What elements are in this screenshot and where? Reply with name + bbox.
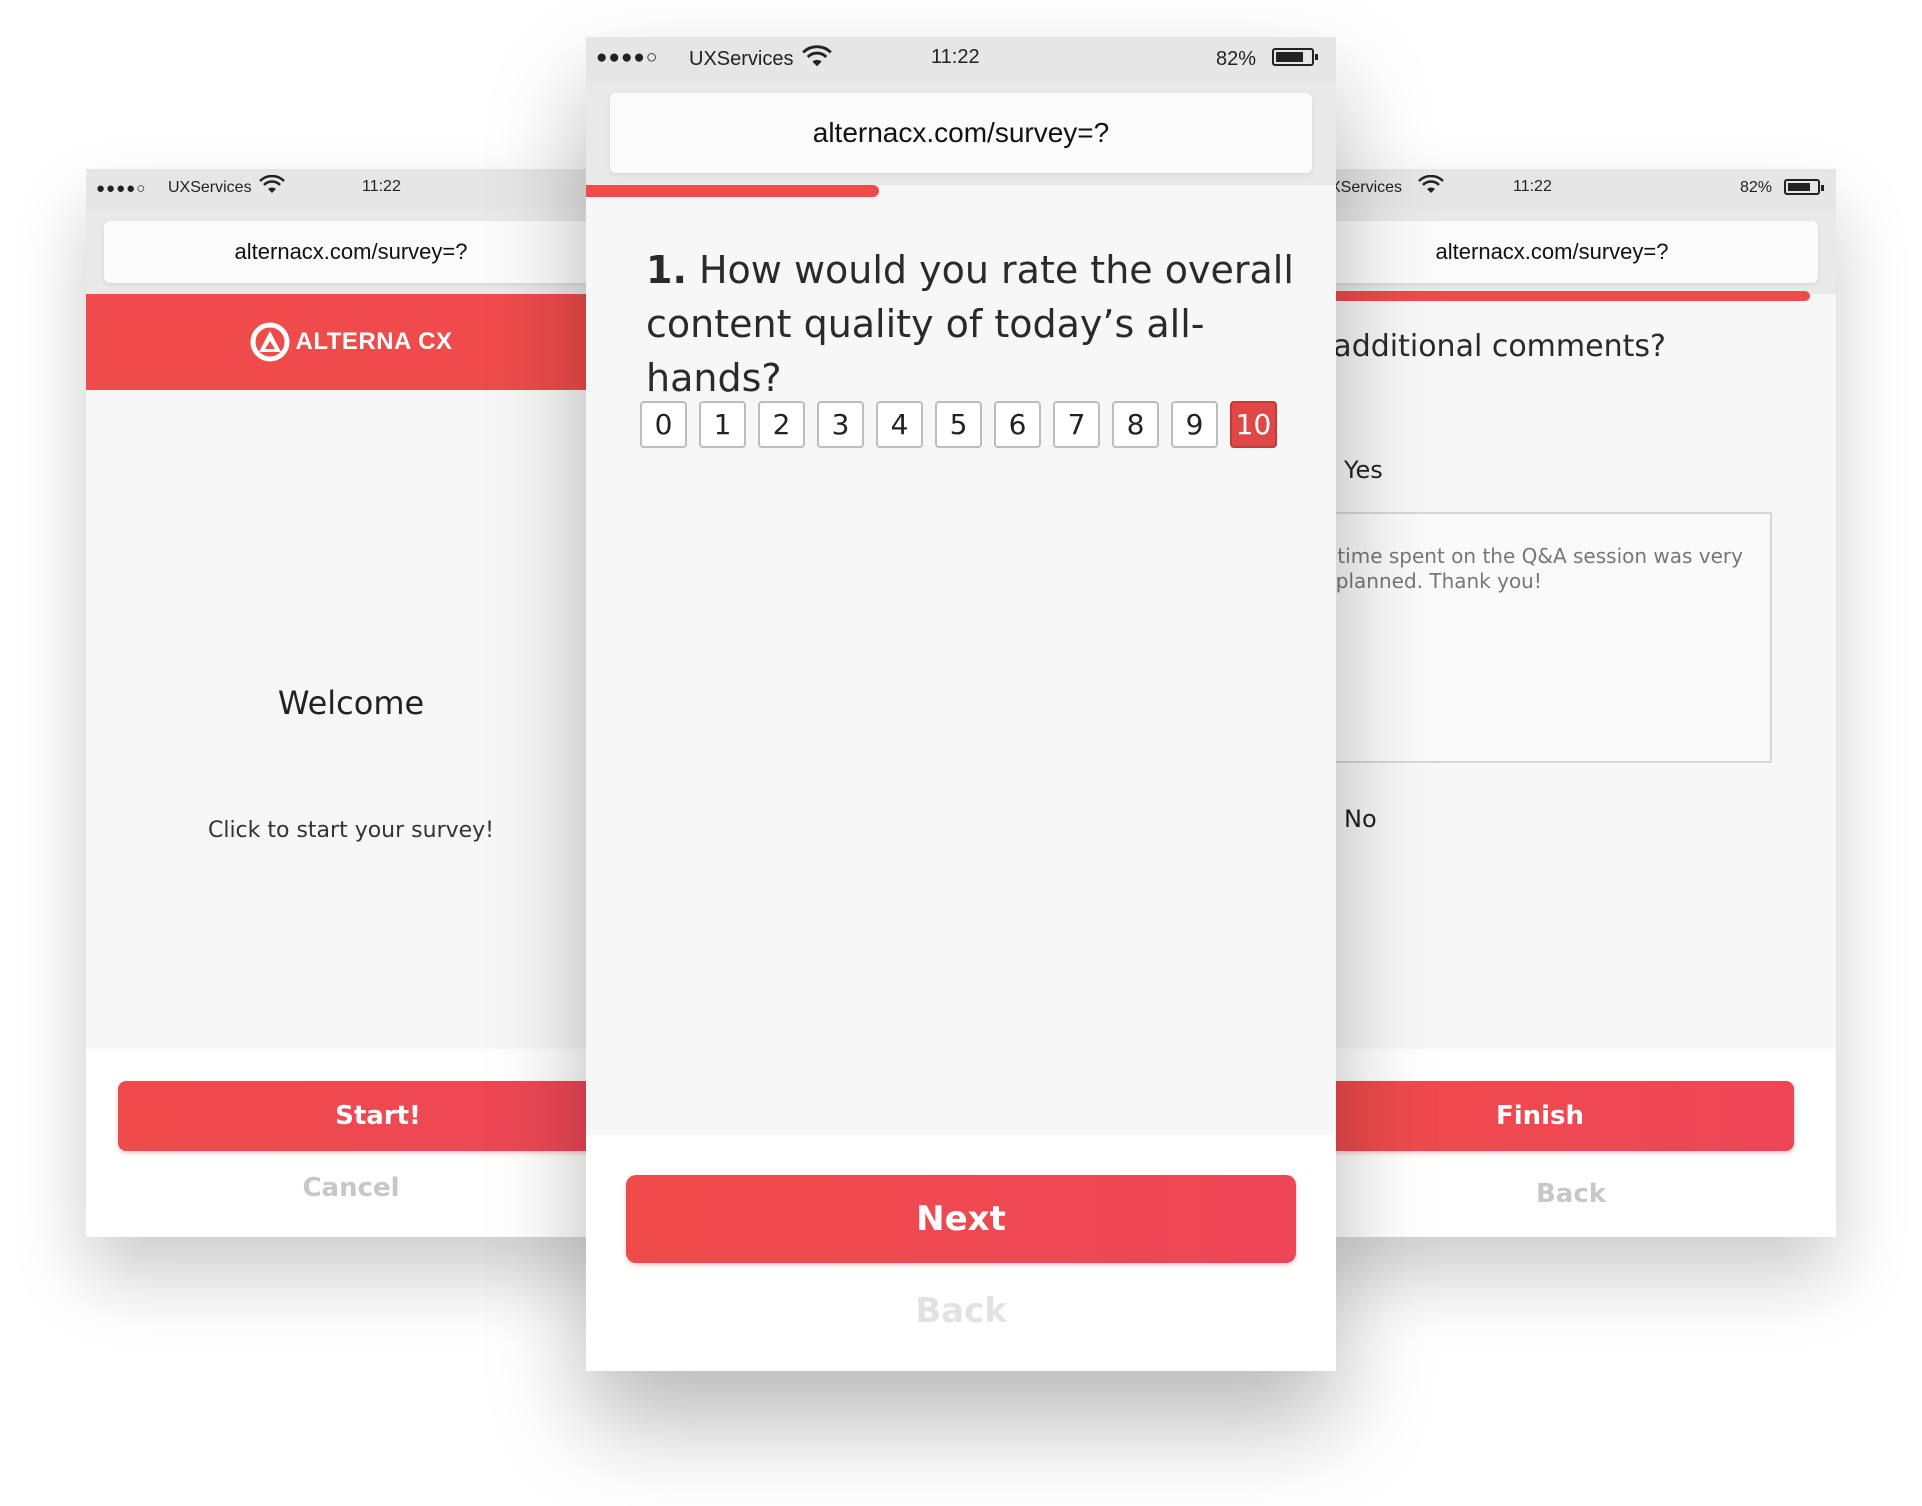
welcome-footer: Start! Cancel	[86, 1049, 616, 1237]
url-text: alternacx.com/survey=?	[1435, 239, 1669, 264]
welcome-screen: ●●●●○ UXServices 11:22 alternacx.com/sur…	[86, 169, 616, 1237]
rating-option-8[interactable]: 8	[1112, 401, 1159, 448]
address-bar[interactable]: alternacx.com/survey=?	[610, 93, 1312, 173]
back-link[interactable]: Back	[586, 1291, 1336, 1331]
carrier-name: UXServices	[168, 179, 252, 196]
question-footer: Next Back	[586, 1135, 1336, 1371]
rating-option-7[interactable]: 7	[1053, 401, 1100, 448]
progress-fill	[586, 185, 879, 197]
question-label: How would you rate the overall content q…	[646, 248, 1294, 400]
battery-fill	[1276, 52, 1304, 62]
progress-bar	[586, 185, 1336, 197]
clock: 11:22	[1513, 178, 1552, 195]
finish-button[interactable]: Finish	[1306, 1081, 1794, 1151]
comment-textarea[interactable]: he time spent on the Q&A session was ver…	[1306, 512, 1772, 763]
comments-screen: XServices 11:22 82% alternacx.com/survey…	[1306, 169, 1836, 1237]
rating-option-1[interactable]: 1	[699, 401, 746, 448]
back-link[interactable]: Back	[1306, 1179, 1836, 1209]
address-bar-area: alternacx.com/survey=?	[1306, 209, 1836, 294]
welcome-subtitle: Click to start your survey!	[207, 818, 495, 843]
alterna-logo-icon	[250, 322, 289, 362]
signal-icon: ●●●●○	[96, 180, 147, 197]
question-number: 1.	[646, 248, 687, 292]
option-yes[interactable]: Yes	[1344, 456, 1383, 484]
rating-option-6[interactable]: 6	[994, 401, 1041, 448]
comment-text: he time spent on the Q&A session was ver…	[1306, 544, 1743, 593]
wifi-icon	[802, 45, 832, 67]
comments-question: ny additional comments?	[1306, 329, 1666, 364]
battery-icon	[1272, 48, 1318, 66]
rating-scale: 0 1 2 3 4 5 6 7 8 9 10	[640, 401, 1277, 448]
rating-option-10[interactable]: 10	[1230, 401, 1277, 448]
address-bar[interactable]: alternacx.com/survey=?	[104, 221, 598, 283]
welcome-title: Welcome	[277, 684, 425, 722]
status-bar: ●●●●○ UXServices 11:22	[86, 169, 616, 209]
battery-fill	[1788, 183, 1811, 191]
carrier-name: XServices	[1330, 179, 1403, 196]
option-no[interactable]: No	[1344, 805, 1377, 833]
address-bar[interactable]: alternacx.com/survey=?	[1306, 221, 1818, 283]
question-screen: ●●●●○ UXServices 11:22 82% alternacx.com…	[586, 37, 1336, 1371]
progress-fill	[1306, 291, 1810, 301]
url-text: alternacx.com/survey=?	[812, 117, 1110, 148]
clock: 11:22	[931, 46, 980, 68]
status-bar: XServices 11:22 82%	[1306, 169, 1836, 209]
question-text: 1. How would you rate the overall conten…	[646, 243, 1296, 405]
battery-percent: 82%	[1216, 48, 1257, 70]
rating-option-9[interactable]: 9	[1171, 401, 1218, 448]
wifi-icon	[1418, 175, 1444, 193]
comments-footer: Finish Back	[1306, 1049, 1836, 1237]
rating-option-3[interactable]: 3	[817, 401, 864, 448]
address-bar-area: alternacx.com/survey=?	[86, 209, 616, 294]
brand-header: ALTERNA CX	[86, 294, 616, 390]
rating-option-2[interactable]: 2	[758, 401, 805, 448]
carrier-name: UXServices	[689, 48, 794, 70]
status-bar: ●●●●○ UXServices 11:22 82%	[586, 37, 1336, 81]
start-button[interactable]: Start!	[118, 1081, 616, 1151]
progress-bar	[1306, 291, 1836, 301]
rating-option-4[interactable]: 4	[876, 401, 923, 448]
brand-name: ALTERNA CX	[295, 328, 453, 355]
rating-option-0[interactable]: 0	[640, 401, 687, 448]
battery-percent: 82%	[1740, 179, 1773, 196]
cancel-link[interactable]: Cancel	[86, 1173, 616, 1203]
wifi-icon	[259, 175, 285, 193]
rating-option-5[interactable]: 5	[935, 401, 982, 448]
clock: 11:22	[362, 178, 401, 195]
next-button[interactable]: Next	[626, 1175, 1296, 1263]
address-bar-area: alternacx.com/survey=?	[586, 81, 1336, 185]
url-text: alternacx.com/survey=?	[234, 239, 468, 264]
signal-icon: ●●●●○	[596, 47, 659, 68]
battery-icon	[1784, 179, 1824, 195]
